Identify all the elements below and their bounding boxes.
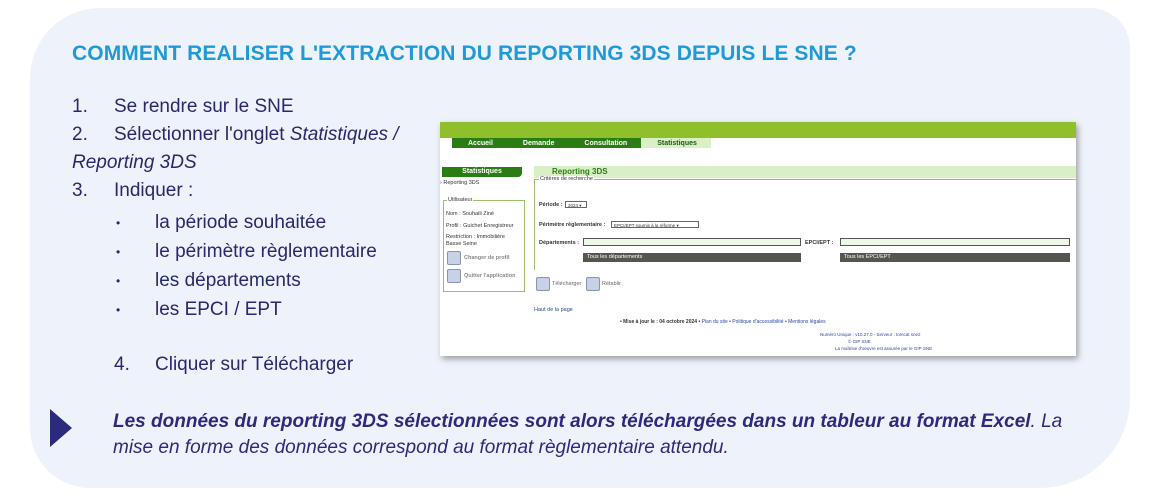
footer-version: Numéro Unique : v10.27.0 - Serveur : tom… (820, 332, 921, 337)
tab-accueil[interactable]: Accueil (452, 138, 507, 148)
nav-bar: Accueil Demande Consultation Statistique… (452, 138, 711, 148)
perimetre-select[interactable]: EPCI/EPT soumis à la réforme ▾ (611, 221, 699, 228)
all-epci-button[interactable]: Tous les EPCI/EPT (840, 253, 1070, 262)
top-of-page-link[interactable]: Haut de la page (534, 307, 573, 313)
sne-screenshot: Accueil Demande Consultation Statistique… (440, 122, 1076, 356)
download-link[interactable]: Télécharger (552, 281, 581, 287)
play-arrow-icon (50, 409, 72, 447)
quit-app-link[interactable]: Quitter l'application (464, 273, 515, 279)
search-criteria: Critères de recherche Période : 2024 ▾ P… (534, 176, 1076, 270)
quit-app-icon[interactable] (447, 269, 461, 283)
conclusion-text: Les données du reporting 3DS sélectionné… (113, 411, 1063, 458)
footer-plan-link[interactable]: Plan du site (702, 319, 728, 325)
left-link-reporting[interactable]: › Reporting 3DS (440, 180, 479, 186)
tab-consultation[interactable]: Consultation (568, 138, 641, 148)
all-departements-button[interactable]: Tous les départements (583, 253, 801, 262)
tab-statistiques[interactable]: Statistiques (641, 138, 711, 148)
footer-copyright[interactable]: © GIP SNE (848, 339, 871, 344)
main-title: Reporting 3DS (534, 166, 1076, 178)
page-title: COMMENT REALISER L'EXTRACTION DU REPORTI… (72, 42, 857, 65)
reset-link[interactable]: Rétablir (602, 281, 621, 287)
footer-maitrise: La maîtrise d'oeuvre est assurée par le … (835, 346, 933, 351)
periode-select[interactable]: 2024 ▾ (565, 201, 587, 208)
footer-accessibility-link[interactable]: Politique d'accessibilité (732, 319, 783, 325)
user-panel: Utilisateur Nom : Souhaili Ziné Profil :… (443, 197, 525, 292)
tab-demande[interactable]: Demande (507, 138, 569, 148)
change-profile-icon[interactable] (447, 251, 461, 265)
step-2-continued: Reporting 3DS (72, 152, 197, 173)
footer-line: • Mise à jour le : 04 octobre 2024 • Pla… (620, 319, 826, 325)
header-banner (440, 122, 1076, 138)
departements-input[interactable] (583, 238, 801, 246)
footer-legal-link[interactable]: Mentions légales (788, 319, 826, 325)
change-profile-link[interactable]: Changer de profil (464, 255, 510, 261)
reset-icon[interactable] (586, 277, 600, 291)
download-icon[interactable] (536, 277, 550, 291)
epci-input[interactable] (840, 238, 1070, 246)
left-menu-title: Statistiques (442, 167, 522, 177)
